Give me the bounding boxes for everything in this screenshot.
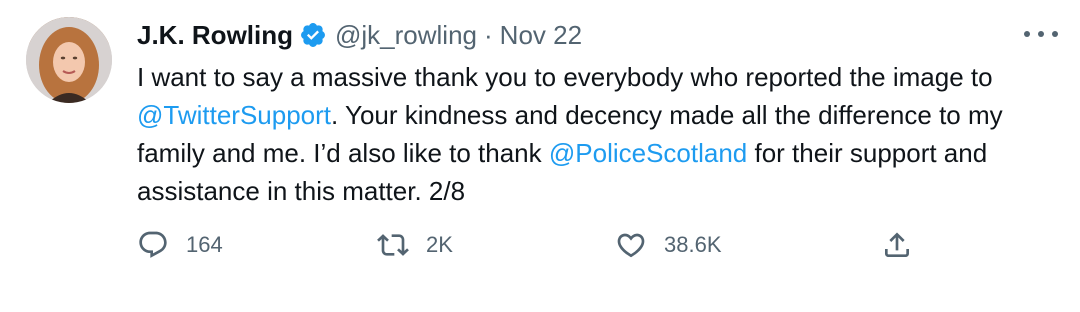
like-button[interactable]: 38.6K xyxy=(615,225,722,265)
like-count: 38.6K xyxy=(664,232,722,257)
tweet-text-part: I want to say a massive thank you to eve… xyxy=(137,62,993,92)
reply-count: 164 xyxy=(186,232,223,257)
verified-badge-icon xyxy=(299,21,327,49)
retweet-count: 2K xyxy=(426,232,453,257)
more-dot xyxy=(1024,31,1030,37)
mention-twitter-support[interactable]: @TwitterSupport xyxy=(137,100,331,130)
retweet-button[interactable]: 2K xyxy=(377,225,453,265)
tweet-text: I want to say a massive thank you to eve… xyxy=(137,58,1067,210)
more-options-icon[interactable] xyxy=(1024,22,1058,46)
author-handle[interactable]: @jk_rowling xyxy=(335,18,477,52)
author-avatar[interactable] xyxy=(26,17,112,103)
tweet-header: J.K. Rowling @jk_rowling · Nov 22 xyxy=(137,18,582,52)
mention-police-scotland[interactable]: @PoliceScotland xyxy=(549,138,747,168)
tweet-card: J.K. Rowling @jk_rowling · Nov 22 I want… xyxy=(0,0,1080,312)
tweet-actions: 164 2K 38.6K xyxy=(137,225,927,265)
author-name[interactable]: J.K. Rowling xyxy=(137,18,293,52)
header-separator: · xyxy=(484,20,493,50)
tweet-date[interactable]: Nov 22 xyxy=(500,18,582,52)
retweet-icon xyxy=(377,234,409,256)
more-dot xyxy=(1052,31,1058,37)
share-button[interactable] xyxy=(881,225,913,265)
more-dot xyxy=(1038,31,1044,37)
avatar-image xyxy=(26,17,112,103)
share-icon xyxy=(885,232,909,257)
reply-icon xyxy=(139,231,167,258)
heart-icon xyxy=(617,233,645,258)
reply-button[interactable]: 164 xyxy=(137,225,223,265)
